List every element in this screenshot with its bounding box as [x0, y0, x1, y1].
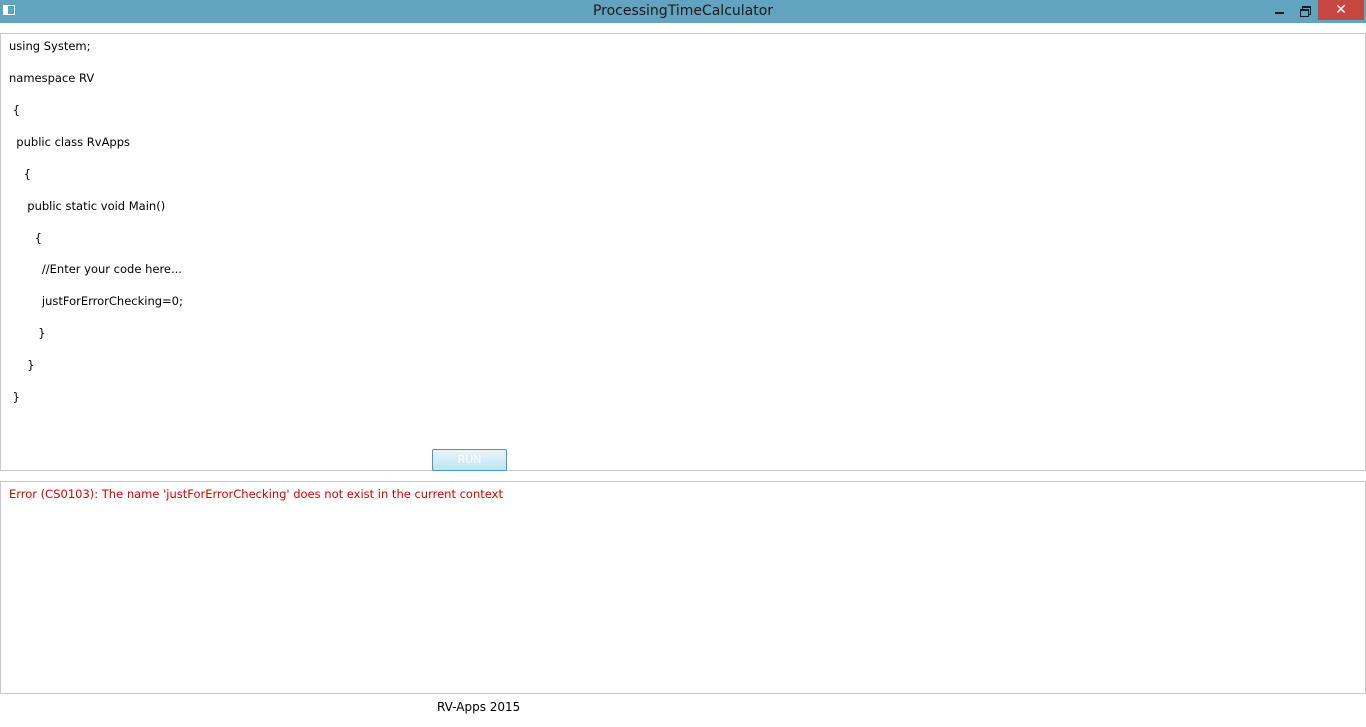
code-line: { [9, 103, 20, 117]
code-line: justForErrorChecking=0; [9, 294, 183, 308]
code-line: using System; [9, 39, 91, 53]
window-title: ProcessingTimeCalculator [592, 3, 774, 19]
restore-button[interactable] [1292, 0, 1318, 20]
code-line: } [9, 358, 35, 372]
code-editor[interactable]: using System; namespace RV { public clas… [0, 33, 1366, 471]
minimize-button[interactable] [1266, 0, 1292, 20]
run-button[interactable]: RUN [432, 449, 507, 471]
title-bar[interactable]: ProcessingTimeCalculator ✕ [0, 0, 1366, 23]
restore-icon [1300, 5, 1311, 17]
code-line: public class RvApps [9, 135, 131, 149]
code-line: } [9, 326, 46, 340]
code-line: { [9, 167, 31, 181]
code-line: } [9, 390, 20, 404]
code-line: public static void Main() [9, 199, 166, 213]
close-icon: ✕ [1335, 2, 1347, 18]
minimize-icon [1274, 12, 1284, 14]
app-window: ProcessingTimeCalculator ✕ using System;… [0, 0, 1366, 727]
close-button[interactable]: ✕ [1318, 0, 1364, 20]
footer-copyright: RV-Apps 2015 [437, 700, 521, 714]
error-message: Error (CS0103): The name 'justForErrorCh… [9, 487, 503, 501]
code-line: //Enter your code here... [9, 262, 182, 276]
code-line: namespace RV [9, 71, 95, 85]
output-panel[interactable]: Error (CS0103): The name 'justForErrorCh… [0, 481, 1366, 694]
code-line: { [9, 231, 42, 245]
